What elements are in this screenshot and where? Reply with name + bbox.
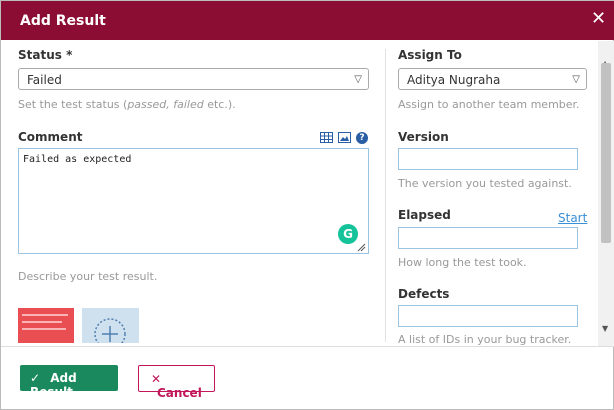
- defects-hint: A list of IDs in your bug tracker.: [398, 333, 572, 346]
- elapsed-hint: How long the test took.: [398, 256, 527, 269]
- assign-to-value: Aditya Nugraha: [407, 73, 501, 87]
- scroll-down-icon[interactable]: ▼: [602, 324, 608, 333]
- table-icon[interactable]: [320, 132, 333, 143]
- defects-label: Defects: [398, 287, 450, 301]
- status-label: Status *: [18, 48, 73, 62]
- scrollbar-thumb[interactable]: [601, 63, 611, 243]
- add-result-dialog: Add Result ✕ Status * Failed ▽ Set the t…: [0, 0, 614, 410]
- chevron-down-icon: ▽: [354, 74, 362, 85]
- status-select[interactable]: Failed ▽: [18, 68, 369, 90]
- assign-to-label: Assign To: [398, 48, 462, 62]
- defects-hint-clip: A list of IDs in your bug tracker.: [398, 333, 598, 346]
- close-icon[interactable]: ✕: [591, 10, 609, 28]
- add-icon: [94, 318, 126, 343]
- attachment-thumbnail[interactable]: [18, 308, 74, 343]
- elapsed-input[interactable]: [398, 227, 578, 249]
- footer-divider: [1, 346, 614, 347]
- status-value: Failed: [27, 73, 62, 87]
- cancel-button[interactable]: ✕ Cancel: [138, 365, 215, 400]
- start-timer-link[interactable]: Start: [558, 211, 587, 225]
- grammarly-icon[interactable]: G: [338, 224, 358, 244]
- comment-label: Comment: [18, 130, 83, 144]
- defects-input[interactable]: [398, 305, 578, 327]
- dialog-title: Add Result: [20, 13, 106, 29]
- column-divider: [385, 49, 386, 342]
- version-hint: The version you tested against.: [398, 177, 572, 190]
- cancel-icon: ✕: [151, 372, 162, 386]
- assign-to-select[interactable]: Aditya Nugraha ▽: [398, 68, 587, 90]
- dialog-titlebar: Add Result ✕: [1, 1, 614, 40]
- version-input[interactable]: [398, 148, 578, 170]
- checkmark-icon: ✓: [30, 371, 41, 385]
- elapsed-label: Elapsed: [398, 208, 451, 222]
- resize-handle-icon[interactable]: [356, 242, 366, 252]
- status-hint: Set the test status (passed, failed etc.…: [18, 98, 236, 111]
- image-icon[interactable]: [338, 132, 351, 143]
- version-label: Version: [398, 130, 449, 144]
- help-icon[interactable]: ?: [356, 132, 368, 144]
- add-attachment-button[interactable]: [82, 308, 139, 343]
- cancel-label: Cancel: [157, 386, 202, 400]
- assign-to-hint: Assign to another team member.: [398, 98, 580, 111]
- add-result-button[interactable]: ✓ Add Result: [20, 365, 118, 399]
- scrollbar[interactable]: ▲ ▼: [598, 41, 614, 346]
- chevron-down-icon: ▽: [572, 74, 580, 85]
- comment-hint: Describe your test result.: [18, 270, 158, 283]
- comment-textarea[interactable]: Failed as expected: [18, 148, 369, 254]
